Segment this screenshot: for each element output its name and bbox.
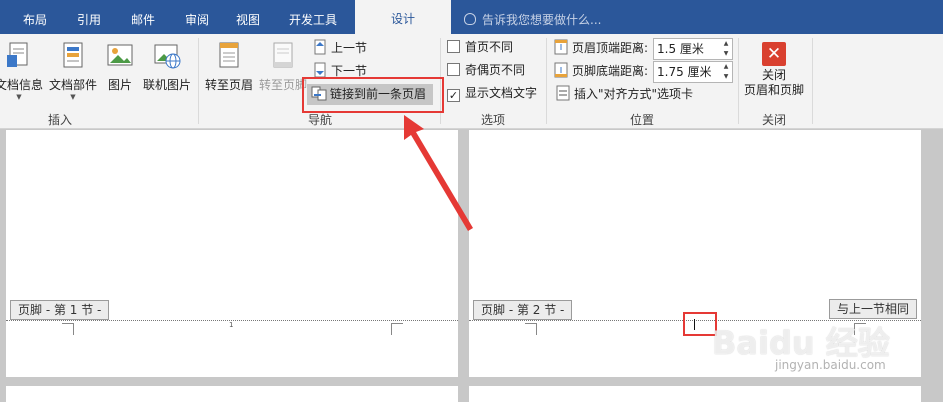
goto-header-button[interactable]: 转至页眉 xyxy=(204,40,254,93)
checkbox-box[interactable] xyxy=(447,40,460,53)
header-top-spinner[interactable]: 1.5 厘米 ▲ ▼ xyxy=(653,38,733,60)
ribbon-tab-bar: 布局 引用 邮件 审阅 视图 开发工具 设计 告诉我您想要做什么... xyxy=(0,0,943,34)
show-text-label: 显示文档文字 xyxy=(465,86,538,100)
page-number-field: 1 xyxy=(229,321,234,329)
tell-me-text: 告诉我您想要做什么... xyxy=(482,13,602,27)
tab-review[interactable]: 审阅 xyxy=(172,0,222,34)
header-top-value[interactable]: 1.5 厘米 xyxy=(657,42,704,56)
header-top-distance-label-row: 页眉顶端距离: xyxy=(553,38,648,58)
tell-me-search[interactable]: 告诉我您想要做什么... xyxy=(464,0,601,34)
goto-footer-icon xyxy=(268,40,298,70)
footer-bottom-value[interactable]: 1.75 厘米 xyxy=(657,65,712,79)
close-header-footer-button[interactable]: ✕ 关闭 页眉和页脚 xyxy=(742,42,806,98)
prev-section-label: 上一节 xyxy=(331,41,368,55)
doc-parts-icon xyxy=(58,40,88,70)
chevron-down-icon: ▼ xyxy=(16,93,22,101)
close-group-label: 关闭 xyxy=(761,113,786,127)
baidu-watermark-url: jingyan.baidu.com xyxy=(775,358,886,372)
doc-info-label: 文档信息 xyxy=(0,78,43,92)
online-picture-icon xyxy=(152,40,182,70)
navigation-group-label: 导航 xyxy=(307,113,332,127)
show-document-text-checkbox[interactable]: ✓ 显示文档文字 xyxy=(447,84,537,102)
insert-alignment-tab-button[interactable]: 插入"对齐方式"选项卡 xyxy=(555,84,693,104)
lightbulb-icon xyxy=(464,13,476,25)
group-separator xyxy=(812,38,813,124)
odd-even-label: 奇偶页不同 xyxy=(465,63,526,77)
annotation-arrow xyxy=(404,115,473,231)
document-page-right-next[interactable] xyxy=(469,386,921,402)
spinner-arrows-icon[interactable]: ▲ ▼ xyxy=(720,39,732,59)
checkmark-icon[interactable]: ✓ xyxy=(447,89,460,102)
close-label-line1: 关闭 xyxy=(761,68,786,82)
first-page-label: 首页不同 xyxy=(465,40,514,54)
picture-button[interactable]: 图片 xyxy=(104,40,136,93)
position-group-label: 位置 xyxy=(629,113,654,127)
picture-icon xyxy=(105,40,135,70)
footer-bottom-distance-label-row: 页脚底端距离: xyxy=(553,61,648,81)
close-label-line2: 页眉和页脚 xyxy=(743,83,804,97)
online-picture-label: 联机图片 xyxy=(142,78,191,92)
margin-corner-mark xyxy=(391,323,403,335)
prev-section-icon xyxy=(312,39,328,55)
odd-even-different-checkbox[interactable]: 奇偶页不同 xyxy=(447,61,525,79)
goto-header-label: 转至页眉 xyxy=(204,78,253,92)
group-separator xyxy=(546,38,547,124)
group-separator xyxy=(738,38,739,124)
doc-parts-button[interactable]: 文档部件 ▼ xyxy=(46,40,100,101)
goto-footer-button[interactable]: 转至页脚 xyxy=(258,40,308,93)
doc-info-button[interactable]: 文档信息 ▼ xyxy=(0,40,44,101)
goto-footer-label: 转至页脚 xyxy=(258,78,307,92)
document-page-left-next[interactable] xyxy=(6,386,458,402)
online-picture-button[interactable]: 联机图片 xyxy=(142,40,192,93)
close-icon: ✕ xyxy=(762,42,786,66)
header-top-label: 页眉顶端距离: xyxy=(572,41,649,55)
document-page-left[interactable] xyxy=(6,130,458,377)
margin-corner-mark xyxy=(525,323,537,335)
chevron-down-icon: ▼ xyxy=(70,93,76,101)
footer-section-2-tag: 页脚 - 第 2 节 - xyxy=(473,300,573,320)
goto-header-icon xyxy=(214,40,244,70)
insert-group-label: 插入 xyxy=(47,113,72,127)
tab-layout[interactable]: 布局 xyxy=(10,0,60,34)
footer-section-1-tag: 页脚 - 第 1 节 - xyxy=(10,300,110,320)
checkbox-box[interactable] xyxy=(447,63,460,76)
footer-bottom-label: 页脚底端距离: xyxy=(572,64,649,78)
next-section-label: 下一节 xyxy=(331,64,368,78)
footer-bottom-spinner[interactable]: 1.75 厘米 ▲ ▼ xyxy=(653,61,733,83)
next-section-icon xyxy=(312,62,328,78)
prev-section-button[interactable]: 上一节 xyxy=(312,38,367,58)
header-position-icon xyxy=(553,39,569,55)
first-page-different-checkbox[interactable]: 首页不同 xyxy=(447,38,513,56)
doc-parts-label: 文档部件 xyxy=(48,78,97,92)
tab-references[interactable]: 引用 xyxy=(64,0,114,34)
margin-corner-mark xyxy=(62,323,74,335)
tab-design[interactable]: 设计 xyxy=(355,0,451,34)
insert-alignment-tab-label: 插入"对齐方式"选项卡 xyxy=(574,87,694,101)
alignment-tab-icon xyxy=(555,85,571,101)
spinner-arrows-icon[interactable]: ▲ ▼ xyxy=(720,62,732,82)
doc-info-icon xyxy=(4,40,34,70)
tab-view[interactable]: 视图 xyxy=(224,0,272,34)
tab-mailings[interactable]: 邮件 xyxy=(118,0,168,34)
highlight-box-link-previous xyxy=(302,77,444,113)
picture-label: 图片 xyxy=(107,78,132,92)
tab-developer[interactable]: 开发工具 xyxy=(278,0,348,34)
footer-position-icon xyxy=(553,62,569,78)
group-separator xyxy=(198,38,199,124)
same-as-previous-tag: 与上一节相同 xyxy=(829,299,918,319)
